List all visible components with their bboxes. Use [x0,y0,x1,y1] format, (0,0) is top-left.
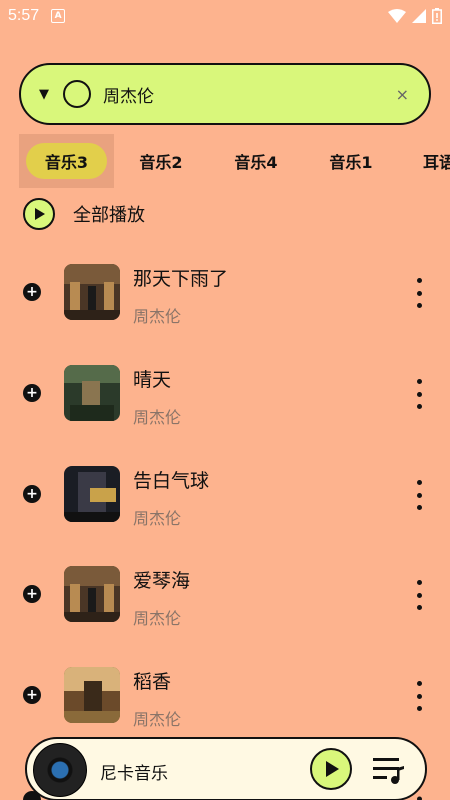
song-artist: 周杰伦 [133,609,182,628]
tab-music1[interactable]: 音乐1 [318,143,384,179]
dropdown-arrow-icon[interactable]: ▼ [39,87,59,102]
song-artist: 周杰伦 [133,710,182,729]
more-options-icon[interactable] [417,788,422,800]
vinyl-disc-icon[interactable] [33,743,87,797]
add-icon[interactable]: + [23,283,41,301]
play-icon [326,761,339,777]
more-options-icon[interactable] [410,480,428,510]
playlist-queue-icon[interactable] [373,755,405,785]
album-cover [64,667,120,723]
status-bar: 5:57 A [0,0,450,32]
more-options-icon[interactable] [410,278,428,308]
battery-icon [432,8,442,24]
notification-icon: A [51,9,66,23]
song-title: 爱琴海 [133,570,191,592]
play-all-row[interactable]: 全部播放 [23,198,145,230]
song-title: 那天下雨了 [133,268,229,290]
song-item[interactable]: + 晴天 周杰伦 [0,353,450,453]
tab-music3[interactable]: 音乐3 [26,143,107,179]
add-icon[interactable]: + [23,686,41,704]
wifi-icon [388,9,406,23]
song-artist: 周杰伦 [133,408,182,427]
play-all-button[interactable] [23,198,55,230]
search-input[interactable]: 周杰伦 [103,82,396,107]
signal-icon [412,9,426,23]
more-options-icon[interactable] [410,681,428,711]
add-icon[interactable]: + [23,485,41,503]
song-item[interactable]: + 那天下雨了 周杰伦 [0,252,450,352]
song-item[interactable]: + 爱琴海 周杰伦 [0,554,450,654]
player-play-button[interactable] [310,748,352,790]
more-options-icon[interactable] [410,580,428,610]
search-circle-icon [63,80,91,108]
song-title: 稻香 [133,671,172,693]
category-tabs: 音乐3 音乐2 音乐4 音乐1 耳语 [0,134,450,188]
tab-whisper[interactable]: 耳语 [423,143,450,179]
album-cover [64,365,120,421]
song-title: 告白气球 [133,470,210,492]
mini-player[interactable]: 尼卡音乐 [25,737,427,800]
tab-music2[interactable]: 音乐2 [128,143,194,179]
clear-icon[interactable]: × [396,85,409,104]
album-cover [64,264,120,320]
add-icon[interactable]: + [23,384,41,402]
status-time: 5:57 [8,7,40,24]
song-title: 晴天 [133,369,172,391]
search-bar[interactable]: ▼ 周杰伦 × [19,63,431,125]
song-artist: 周杰伦 [133,509,182,528]
tab-music4[interactable]: 音乐4 [223,143,289,179]
add-icon[interactable]: + [23,585,41,603]
album-cover [64,466,120,522]
song-item[interactable]: + 告白气球 周杰伦 [0,454,450,554]
play-all-label: 全部播放 [73,205,145,226]
more-options-icon[interactable] [410,379,428,409]
album-cover [64,566,120,622]
play-icon [35,208,45,220]
song-artist: 周杰伦 [133,307,182,326]
player-title: 尼卡音乐 [100,764,168,784]
